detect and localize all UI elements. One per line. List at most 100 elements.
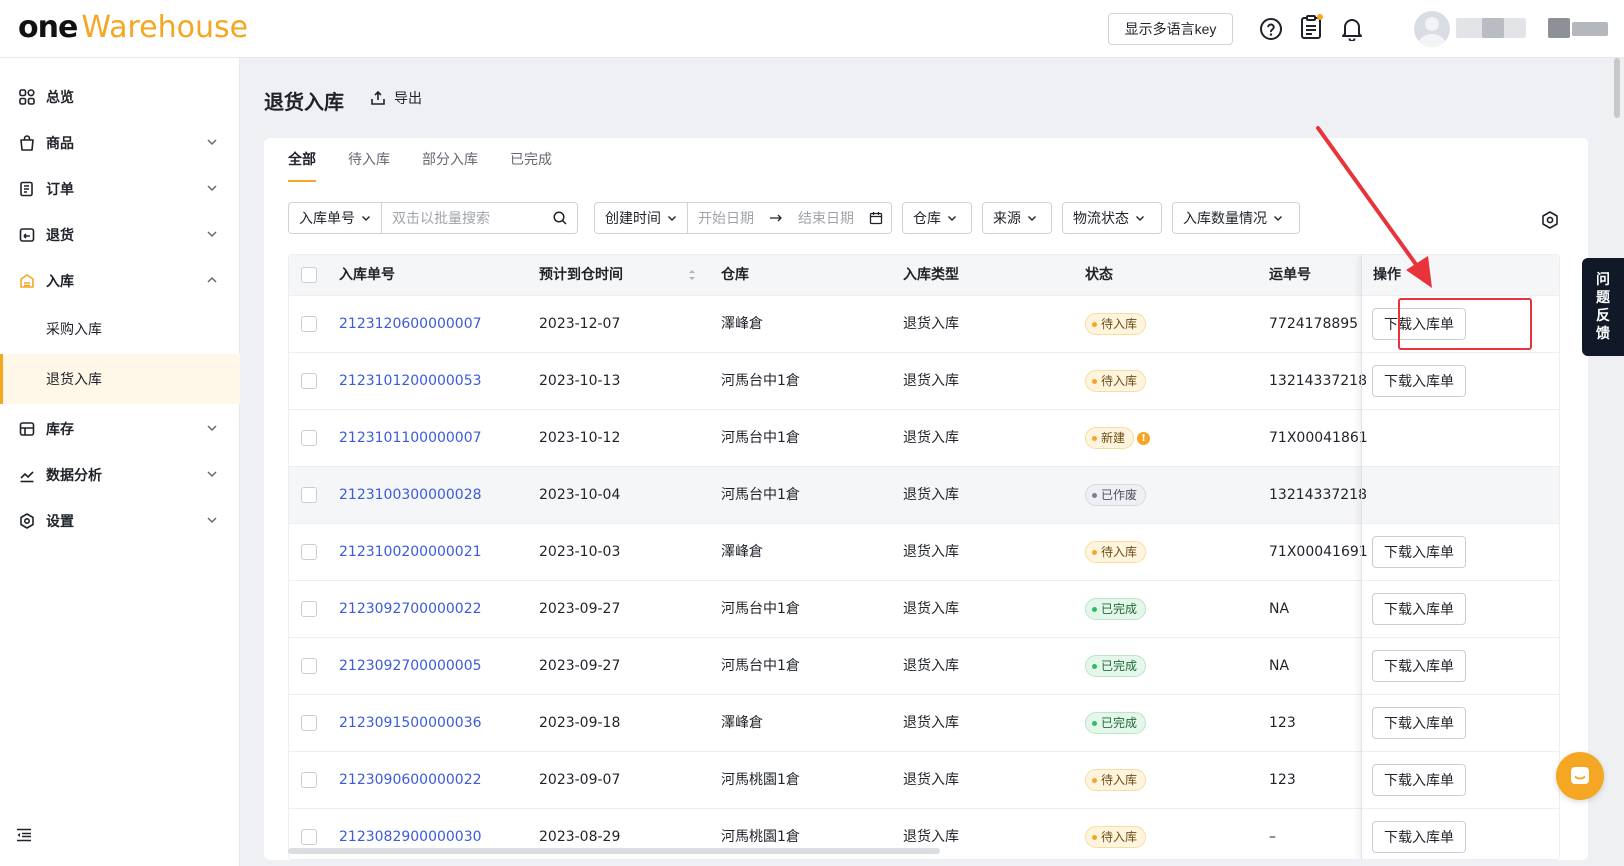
vertical-scrollbar[interactable] (1614, 58, 1620, 866)
row-checkbox[interactable] (301, 373, 317, 389)
download-inbound-sheet-button[interactable]: 下载入库单 (1372, 593, 1466, 625)
table-row[interactable]: 2123100200000021 2023-10-03 澤峰倉 退货入库 待入库 71X0… (289, 523, 1559, 580)
row-checkbox[interactable] (301, 316, 317, 332)
chevron-down-icon (207, 185, 217, 192)
status-badge: 新建 (1085, 427, 1135, 449)
show-language-key-button[interactable]: 显示多语言key (1108, 13, 1233, 45)
time-field-label: 创建时间 (605, 211, 661, 227)
select-all-checkbox[interactable] (301, 267, 317, 283)
vertical-scrollbar-thumb[interactable] (1614, 58, 1620, 118)
column-header-eta[interactable]: 预计到仓时间 (539, 255, 623, 295)
status-badge: 已作废 (1085, 484, 1147, 506)
status-badge: 已完成 (1085, 655, 1147, 677)
sidebar-item-products[interactable]: 商品 (0, 120, 240, 166)
inbound-id-link[interactable]: 2123120600000007 (339, 296, 482, 352)
inbound-id-link[interactable]: 2123092700000005 (339, 638, 482, 694)
table-row[interactable]: 2123090600000022 2023-09-07 河馬桃園1倉 退货入库 待入库 1… (289, 751, 1559, 808)
horizontal-scrollbar[interactable] (288, 848, 940, 854)
tab-completed[interactable]: 已完成 (510, 138, 552, 182)
avatar[interactable] (1414, 11, 1450, 47)
export-button[interactable]: 导出 (370, 88, 422, 108)
warehouse-filter-label: 仓库 (913, 211, 941, 227)
search-placeholder: 双击以批量搜索 (392, 211, 490, 227)
status-badge: 已完成 (1085, 712, 1147, 734)
search-input[interactable]: 双击以批量搜索 (382, 203, 577, 233)
sidebar-item-label: 入库 (46, 274, 74, 290)
tracking-cell: 71X00041691 (1269, 544, 1368, 560)
inbound-id-link[interactable]: 2123092700000022 (339, 581, 482, 637)
table-row[interactable]: 2123092700000005 2023-09-27 河馬台中1倉 退货入库 已完成 N… (289, 637, 1559, 694)
table-row[interactable]: 2123091500000036 2023-09-18 澤峰倉 退货入库 已完成 123 下… (289, 694, 1559, 751)
download-inbound-sheet-button[interactable]: 下载入库单 (1372, 308, 1466, 340)
download-inbound-sheet-button[interactable]: 下载入库单 (1372, 821, 1466, 853)
table-row[interactable]: 2123092700000022 2023-09-27 河馬台中1倉 退货入库 已完成 N… (289, 580, 1559, 637)
tab-partial[interactable]: 部分入库 (422, 138, 478, 182)
row-checkbox[interactable] (301, 772, 317, 788)
row-checkbox[interactable] (301, 601, 317, 617)
sidebar-item-label: 库存 (46, 422, 74, 438)
inbound-id-link[interactable]: 2123101200000053 (339, 353, 482, 409)
row-checkbox[interactable] (301, 715, 317, 731)
download-inbound-sheet-button[interactable]: 下载入库单 (1372, 536, 1466, 568)
search-icon[interactable] (553, 211, 567, 225)
help-icon[interactable] (1258, 16, 1284, 42)
order-icon (18, 180, 36, 198)
row-checkbox[interactable] (301, 487, 317, 503)
row-checkbox[interactable] (301, 829, 317, 845)
app-logo[interactable]: one Warehouse (18, 10, 248, 45)
inbound-id-link[interactable]: 2123090600000022 (339, 752, 482, 808)
column-header-status: 状态 (1085, 267, 1113, 283)
table-row[interactable]: 2123101200000053 2023-10-13 河馬台中1倉 退货入库 待入库 1… (289, 352, 1559, 409)
warehouse-cell: 河馬台中1倉 (721, 373, 800, 389)
download-inbound-sheet-button[interactable]: 下载入库单 (1372, 365, 1466, 397)
table-row[interactable]: 2123101100000007 2023-10-12 河馬台中1倉 退货入库 新建! 7… (289, 409, 1559, 466)
date-range-input[interactable]: 开始日期 结束日期 (688, 203, 891, 233)
sidebar-subitem-purchase-inbound[interactable]: 采购入库 (0, 304, 240, 354)
status-label: 待入库 (1101, 830, 1138, 844)
type-cell: 退货入库 (903, 715, 959, 731)
table-row[interactable]: 2123100300000028 2023-10-04 河馬台中1倉 退货入库 已作废 1… (289, 466, 1559, 523)
sidebar-item-analytics[interactable]: 数据分析 (0, 452, 240, 498)
time-field-select[interactable]: 创建时间 (595, 203, 688, 233)
inbound-id-link[interactable]: 2123100300000028 (339, 467, 482, 523)
column-header-type: 入库类型 (903, 267, 959, 283)
column-settings-icon[interactable] (1540, 210, 1560, 234)
warehouse-cell: 河馬台中1倉 (721, 601, 800, 617)
search-field-select[interactable]: 入库单号 (289, 203, 382, 233)
row-checkbox[interactable] (301, 544, 317, 560)
source-filter[interactable]: 来源 (982, 202, 1052, 234)
warehouse-filter[interactable]: 仓库 (902, 202, 972, 234)
eta-cell: 2023-12-07 (539, 316, 621, 332)
table-row[interactable]: 2123120600000007 2023-12-07 澤峰倉 退货入库 待入库 7724… (289, 295, 1559, 352)
inbound-id-link[interactable]: 2123101100000007 (339, 410, 482, 466)
sidebar-item-inventory[interactable]: 库存 (0, 406, 240, 452)
status-tabs: 全部 待入库 部分入库 已完成 (288, 138, 584, 182)
notification-bell-icon[interactable] (1339, 16, 1365, 42)
sort-icon[interactable] (687, 268, 697, 282)
download-inbound-sheet-button[interactable]: 下载入库单 (1372, 707, 1466, 739)
collapse-sidebar-icon[interactable] (16, 828, 32, 846)
row-checkbox[interactable] (301, 658, 317, 674)
logo-warehouse-text: Warehouse (81, 10, 249, 45)
chat-button[interactable] (1556, 752, 1604, 800)
warning-icon[interactable]: ! (1137, 432, 1150, 445)
download-inbound-sheet-button[interactable]: 下载入库单 (1372, 764, 1466, 796)
inbound-id-link[interactable]: 2123091500000036 (339, 695, 482, 751)
logistics-status-filter[interactable]: 物流状态 (1062, 202, 1162, 234)
sidebar-item-label: 退货 (46, 228, 74, 244)
sidebar-item-overview[interactable]: 总览 (0, 74, 240, 120)
sidebar-item-orders[interactable]: 订单 (0, 166, 240, 212)
tab-pending[interactable]: 待入库 (348, 138, 390, 182)
sidebar-item-inbound[interactable]: 入库 (0, 258, 240, 304)
sidebar-item-returns[interactable]: 退货 (0, 212, 240, 258)
sidebar-subitem-return-inbound[interactable]: 退货入库 (0, 354, 240, 404)
task-list-icon[interactable] (1298, 14, 1324, 40)
row-checkbox[interactable] (301, 430, 317, 446)
quantity-filter[interactable]: 入库数量情况 (1172, 202, 1300, 234)
feedback-button[interactable]: 问题反馈 (1582, 258, 1624, 356)
tab-all[interactable]: 全部 (288, 138, 316, 182)
status-label: 待入库 (1101, 317, 1138, 331)
download-inbound-sheet-button[interactable]: 下载入库单 (1372, 650, 1466, 682)
sidebar-item-settings[interactable]: 设置 (0, 498, 240, 544)
inbound-id-link[interactable]: 2123100200000021 (339, 524, 482, 580)
